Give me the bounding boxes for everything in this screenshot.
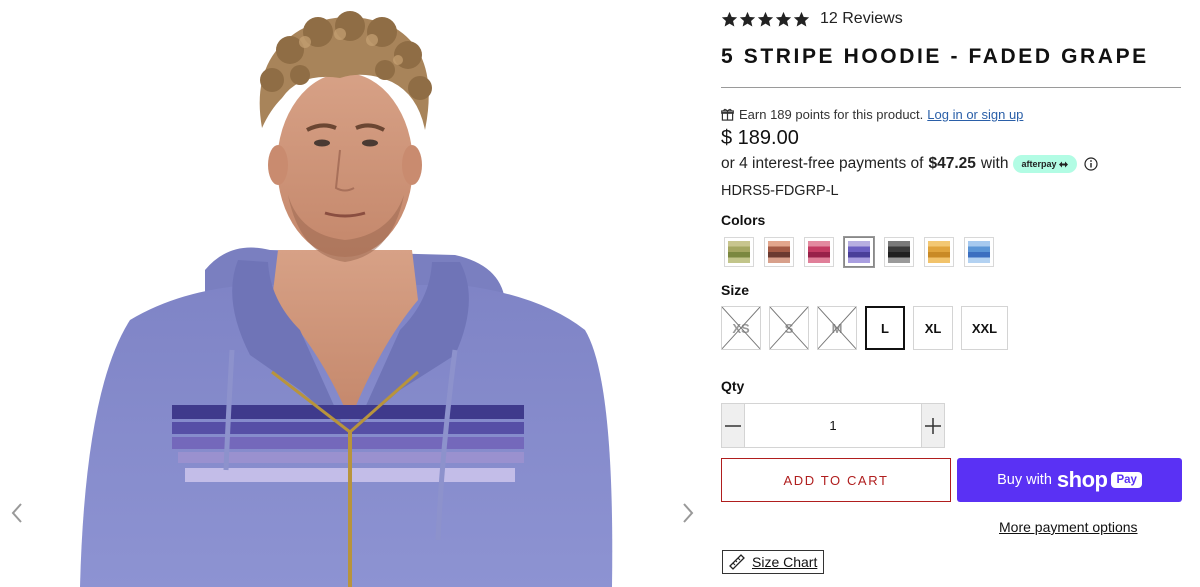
star-icon — [721, 11, 738, 26]
gallery-next-button[interactable] — [673, 496, 700, 530]
swatch-fill — [888, 241, 910, 263]
size-option-m[interactable]: M — [817, 306, 857, 350]
unavailable-cross-icon — [722, 307, 760, 349]
size-option-label: L — [881, 320, 889, 336]
swatch-fill — [808, 241, 830, 263]
swatch-fill — [728, 241, 750, 263]
pay-badge: Pay — [1111, 472, 1142, 488]
qty-label: Qty — [721, 378, 745, 394]
color-swatch-faded-grape[interactable] — [844, 237, 874, 267]
size-option-s[interactable]: S — [769, 306, 809, 350]
gift-icon — [721, 108, 734, 121]
product-title: 5 STRIPE HOODIE - FADED GRAPE — [721, 45, 1149, 68]
divider — [721, 87, 1181, 88]
rewards-text: Earn 189 points for this product. — [739, 107, 924, 122]
installments-prefix: or 4 interest-free payments of — [721, 155, 924, 172]
star-rating — [721, 11, 810, 28]
size-option-label: XL — [924, 320, 942, 336]
product-photo — [80, 11, 613, 587]
product-price: $ 189.00 — [721, 127, 799, 149]
color-swatch-gold[interactable] — [924, 237, 954, 267]
size-option-xl[interactable]: XL — [913, 306, 953, 350]
product-gallery — [0, 0, 700, 587]
color-swatches — [724, 237, 994, 267]
size-option-xxl[interactable]: XXL — [961, 306, 1008, 350]
star-icon — [739, 11, 756, 26]
qty-input[interactable] — [744, 404, 922, 447]
ruler-icon — [729, 554, 745, 570]
size-chart-button[interactable]: Size Chart — [722, 550, 825, 574]
afterpay-logo-icon — [1059, 161, 1069, 167]
size-label: Size — [721, 282, 750, 298]
minus-icon — [725, 424, 741, 427]
buy-with-label: Buy with — [997, 472, 1052, 488]
qty-decrease-button[interactable] — [722, 404, 744, 447]
color-swatch-charcoal[interactable] — [884, 237, 914, 267]
chevron-right-icon — [683, 503, 694, 523]
chevron-left-icon — [11, 503, 22, 523]
color-swatch-berry[interactable] — [804, 237, 834, 267]
colors-label: Colors — [721, 212, 766, 228]
size-option-l[interactable]: L — [865, 306, 905, 350]
plus-icon — [925, 417, 941, 434]
rating-summary[interactable]: 12 Reviews — [721, 8, 903, 30]
size-chart-label: Size Chart — [752, 554, 818, 570]
quantity-stepper — [721, 403, 945, 448]
add-to-cart-button[interactable]: ADD TO CART — [721, 458, 951, 502]
color-swatch-sky[interactable] — [964, 237, 994, 267]
star-icon — [793, 11, 810, 26]
unavailable-cross-icon — [818, 307, 856, 349]
size-option-label: XXL — [971, 320, 998, 336]
rewards-notice: Earn 189 points for this product. Log in… — [721, 107, 1023, 122]
qty-increase-button[interactable] — [922, 404, 944, 447]
buy-with-shop-pay-button[interactable]: Buy with shop Pay — [957, 458, 1182, 502]
afterpay-badge[interactable]: afterpay — [1013, 155, 1078, 173]
login-signup-link[interactable]: Log in or sign up — [927, 107, 1023, 122]
gallery-prev-button[interactable] — [2, 496, 32, 530]
swatch-fill — [768, 241, 790, 263]
size-options: XSSM L XL XXL — [721, 306, 1008, 350]
star-icon — [775, 11, 792, 26]
swatch-fill — [848, 241, 870, 263]
product-sku: HDRS5-FDGRP-L — [721, 183, 839, 199]
afterpay-label: afterpay — [1021, 159, 1057, 169]
star-icon — [757, 11, 774, 26]
info-icon[interactable] — [1084, 157, 1099, 171]
swatch-fill — [968, 241, 990, 263]
size-option-xs[interactable]: XS — [721, 306, 761, 350]
more-payment-options-link[interactable]: More payment options — [999, 519, 1138, 535]
reviews-count[interactable]: 12 Reviews — [820, 10, 903, 28]
installments-info: or 4 interest-free payments of $47.25 wi… — [721, 155, 1099, 173]
product-info-panel: 12 Reviews 5 STRIPE HOODIE - FADED GRAPE… — [721, 0, 1183, 587]
installments-amount: $47.25 — [928, 155, 976, 172]
shop-logo: shop — [1056, 467, 1108, 492]
unavailable-cross-icon — [770, 307, 808, 349]
color-swatch-rust[interactable] — [764, 237, 794, 267]
swatch-fill — [928, 241, 950, 263]
installments-suffix: with — [980, 155, 1009, 172]
color-swatch-olive[interactable] — [724, 237, 754, 267]
